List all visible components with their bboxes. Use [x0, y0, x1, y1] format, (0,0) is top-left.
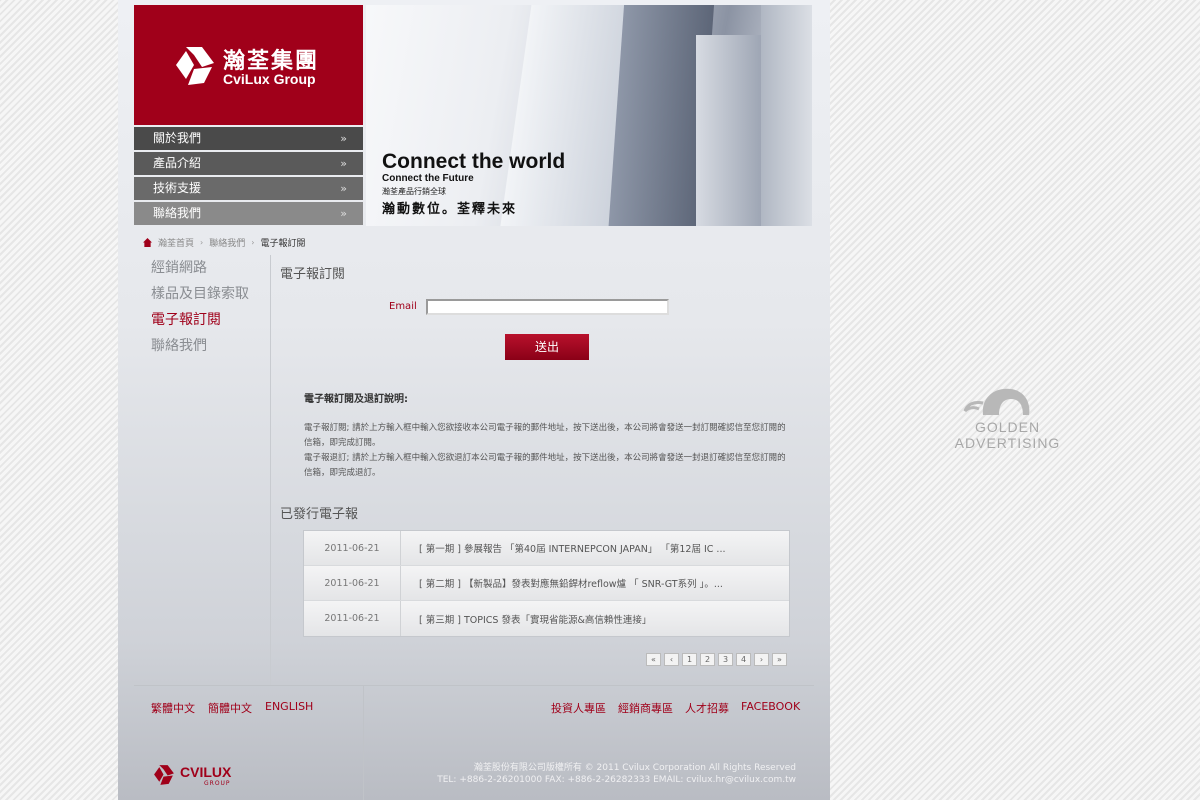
issue-title[interactable]: [ 第二期 ] 【新製品】發表對應無鉛銲材reflow爐 「 SNR-GT系列 … — [401, 576, 723, 590]
instructions-subscribe: 電子報訂閱; 請於上方輸入框中輸入您欲接收本公司電子報的郵件地址，按下送出後，本… — [304, 423, 786, 448]
footer-logo[interactable]: CVILUX GROUP — [152, 764, 232, 794]
list-item[interactable]: 2011-06-21 [ 第二期 ] 【新製品】發表對應無鉛銲材reflow爐 … — [304, 566, 789, 601]
contact-info: TEL: +886-2-26201000 FAX: +886-2-2628233… — [437, 775, 796, 785]
nav-item-support[interactable]: 技術支援 » — [134, 177, 363, 200]
page-title: 電子報訂閱 — [280, 267, 346, 282]
nav-item-about[interactable]: 關於我們 » — [134, 127, 363, 150]
footer: 繁體中文 簡體中文 ENGLISH 投資人專區 經銷商專區 人才招募 FACEB… — [134, 685, 814, 800]
nav-item-contact[interactable]: 聯絡我們 » — [134, 202, 363, 225]
hero-subtitle: Connect the Future — [382, 173, 474, 184]
issue-title[interactable]: [ 第一期 ] 參展報告 「第40屆 INTERNEPCON JAPAN」 「第… — [401, 541, 726, 555]
next-page-button[interactable]: › — [754, 653, 769, 666]
email-field[interactable] — [426, 299, 669, 315]
issue-date: 2011-06-21 — [304, 601, 401, 636]
breadcrumb: 瀚荃首頁 › 聯絡我們 › 電子報訂閱 — [143, 236, 305, 249]
pagination: « ‹ 1 2 3 4 › » — [646, 653, 787, 666]
nav-item-label: 產品介紹 — [153, 156, 202, 170]
lang-simplified-chinese[interactable]: 簡體中文 — [208, 700, 252, 716]
page-button-4[interactable]: 4 — [736, 653, 751, 666]
first-page-button[interactable]: « — [646, 653, 661, 666]
cvilux-logo-mark-icon — [154, 765, 174, 785]
nav-item-products[interactable]: 產品介紹 » — [134, 152, 363, 175]
home-icon[interactable] — [143, 238, 152, 247]
last-page-button[interactable]: » — [772, 653, 787, 666]
hero-title: Connect the world — [382, 150, 566, 173]
published-newsletters-title: 已發行電子報 — [280, 507, 359, 522]
ad-watermark: GOLDEN ADVERTISING — [935, 385, 1080, 451]
instructions-body: 電子報訂閱; 請於上方輸入框中輸入您欲接收本公司電子報的郵件地址，按下送出後，本… — [304, 421, 789, 481]
investor-link[interactable]: 投資人專區 — [551, 700, 606, 716]
nav-item-label: 關於我們 — [153, 131, 202, 145]
prev-page-button[interactable]: ‹ — [664, 653, 679, 666]
breadcrumb-separator-icon: › — [251, 238, 255, 247]
logo-name-en: CviLux Group — [223, 71, 316, 87]
page-button-1[interactable]: 1 — [682, 653, 697, 666]
elephant-icon — [963, 388, 1030, 415]
sidebar-subnav: 經銷網路 樣品及目錄索取 電子報訂閱 聯絡我們 — [134, 255, 271, 685]
site-container: 瀚荃集團 CviLux Group Connect the world Conn… — [118, 0, 830, 800]
instructions-unsubscribe: 電子報退訂; 請於上方輸入框中輸入您欲退訂本公司電子報的郵件地址，按下送出後，本… — [304, 453, 786, 478]
nav-item-label: 聯絡我們 — [153, 206, 202, 220]
careers-link[interactable]: 人才招募 — [685, 700, 729, 716]
footer-divider — [363, 686, 364, 800]
breadcrumb-separator-icon: › — [200, 238, 204, 247]
dealer-link[interactable]: 經銷商專區 — [618, 700, 673, 716]
cvilux-logo-mark-icon — [176, 47, 214, 85]
sidebar-item-newsletter[interactable]: 電子報訂閱 — [151, 307, 270, 333]
double-chevron-icon: » — [340, 207, 347, 220]
footer-logo-text: CVILUX — [180, 764, 232, 780]
logo[interactable]: 瀚荃集團 CviLux Group — [134, 5, 363, 125]
nav-item-label: 技術支援 — [153, 181, 202, 195]
hero-banner: Connect the world Connect the Future 瀚荃產… — [366, 5, 812, 226]
footer-logo-subtext: GROUP — [204, 780, 231, 787]
breadcrumb-current: 電子報訂閱 — [260, 239, 306, 249]
building-image — [696, 35, 766, 226]
page-button-3[interactable]: 3 — [718, 653, 733, 666]
list-item[interactable]: 2011-06-21 [ 第一期 ] 參展報告 「第40屆 INTERNEPCO… — [304, 531, 789, 566]
hero-tagline-small: 瀚荃產品行銷全球 — [382, 187, 446, 196]
instructions-title: 電子報訂閱及退訂說明: — [304, 394, 408, 405]
hero-tagline: 瀚動數位。荃釋未來 — [382, 202, 518, 217]
copyright-text: 瀚荃股份有限公司版權所有 © 2011 Cvilux Corporation A… — [473, 763, 796, 773]
sidebar-item-samples[interactable]: 樣品及目錄索取 — [151, 281, 270, 307]
facebook-link[interactable]: FACEBOOK — [741, 700, 800, 713]
breadcrumb-home[interactable]: 瀚荃首頁 — [158, 236, 194, 249]
double-chevron-icon: » — [340, 157, 347, 170]
issue-title[interactable]: [ 第三期 ] TOPICS 發表「實現省能源&高信賴性連接」 — [401, 612, 651, 626]
breadcrumb-contact[interactable]: 聯絡我們 — [209, 236, 245, 249]
issue-date: 2011-06-21 — [304, 566, 401, 600]
building-image — [761, 5, 812, 226]
list-item[interactable]: 2011-06-21 [ 第三期 ] TOPICS 發表「實現省能源&高信賴性連… — [304, 601, 789, 636]
issue-date: 2011-06-21 — [304, 531, 401, 565]
lang-traditional-chinese[interactable]: 繁體中文 — [151, 700, 195, 716]
sidebar-item-distribution[interactable]: 經銷網路 — [151, 255, 270, 281]
double-chevron-icon: » — [340, 132, 347, 145]
sidebar-item-contact[interactable]: 聯絡我們 — [151, 333, 270, 359]
ad-watermark-text: GOLDEN ADVERTISING — [954, 419, 1061, 451]
submit-button[interactable]: 送出 — [505, 334, 589, 360]
lang-english[interactable]: ENGLISH — [265, 700, 313, 713]
double-chevron-icon: » — [340, 182, 347, 195]
email-label: Email — [389, 301, 417, 312]
newsletter-list: 2011-06-21 [ 第一期 ] 參展報告 「第40屆 INTERNEPCO… — [303, 530, 790, 637]
main-nav: 關於我們 » 產品介紹 » 技術支援 » 聯絡我們 » — [134, 127, 363, 227]
page-button-2[interactable]: 2 — [700, 653, 715, 666]
